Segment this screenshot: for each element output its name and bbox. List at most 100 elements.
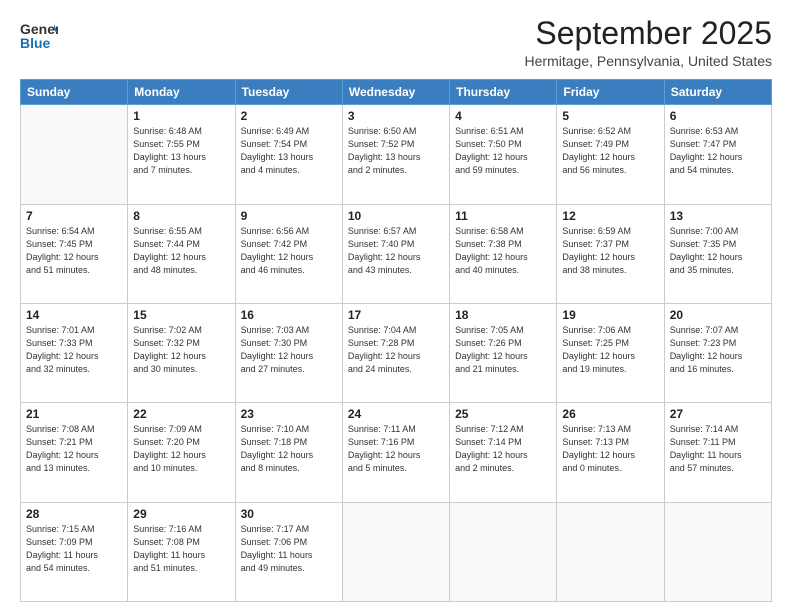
table-row: 21 Sunrise: 7:08 AMSunset: 7:21 PMDayligh… [21, 403, 128, 502]
table-row: 8Sunrise: 6:55 AMSunset: 7:44 PMDaylight… [128, 204, 235, 303]
table-row: 28 Sunrise: 7:15 AMSunset: 7:09 PMDayligh… [21, 502, 128, 601]
table-row [342, 502, 449, 601]
day-info: Sunrise: 7:02 AMSunset: 7:32 PMDaylight:… [133, 324, 229, 376]
day-info: Sunrise: 7:10 AMSunset: 7:18 PMDaylight:… [241, 423, 337, 475]
day-number: 7 [26, 209, 122, 223]
table-row [450, 502, 557, 601]
location: Hermitage, Pennsylvania, United States [525, 53, 772, 69]
day-info: Sunrise: 7:12 AMSunset: 7:14 PMDaylight:… [455, 423, 551, 475]
logo-icon: General Blue [20, 16, 58, 54]
col-tuesday: Tuesday [235, 80, 342, 105]
table-row [21, 105, 128, 204]
day-info: Sunrise: 7:11 AMSunset: 7:16 PMDaylight:… [348, 423, 444, 475]
day-number: 12 [562, 209, 658, 223]
day-info: Sunrise: 7:03 AMSunset: 7:30 PMDaylight:… [241, 324, 337, 376]
day-number: 1 [133, 109, 229, 123]
day-number: 2 [241, 109, 337, 123]
day-info: Sunrise: 6:57 AMSunset: 7:40 PMDaylight:… [348, 225, 444, 277]
day-info: Sunrise: 7:16 AMSunset: 7:08 PMDaylight:… [133, 523, 229, 575]
calendar-week-row: 21 Sunrise: 7:08 AMSunset: 7:21 PMDayligh… [21, 403, 772, 502]
table-row: 20 Sunrise: 7:07 AMSunset: 7:23 PMDayligh… [664, 303, 771, 402]
day-number: 11 [455, 209, 551, 223]
title-section: September 2025 Hermitage, Pennsylvania, … [525, 16, 772, 69]
svg-text:Blue: Blue [20, 35, 51, 51]
day-info: Sunrise: 6:52 AMSunset: 7:49 PMDaylight:… [562, 125, 658, 177]
day-number: 6 [670, 109, 766, 123]
calendar-week-row: 1 Sunrise: 6:48 AMSunset: 7:55 PMDaylight… [21, 105, 772, 204]
table-row [664, 502, 771, 601]
col-sunday: Sunday [21, 80, 128, 105]
table-row: 25 Sunrise: 7:12 AMSunset: 7:14 PMDayligh… [450, 403, 557, 502]
col-wednesday: Wednesday [342, 80, 449, 105]
day-number: 13 [670, 209, 766, 223]
day-info: Sunrise: 7:01 AMSunset: 7:33 PMDaylight:… [26, 324, 122, 376]
table-row: 30 Sunrise: 7:17 AMSunset: 7:06 PMDayligh… [235, 502, 342, 601]
col-thursday: Thursday [450, 80, 557, 105]
table-row: 29Sunrise: 7:16 AMSunset: 7:08 PMDayligh… [128, 502, 235, 601]
table-row: 3 Sunrise: 6:50 AMSunset: 7:52 PMDaylight… [342, 105, 449, 204]
table-row: 7 Sunrise: 6:54 AMSunset: 7:45 PMDaylight… [21, 204, 128, 303]
table-row: 9 Sunrise: 6:56 AMSunset: 7:42 PMDaylight… [235, 204, 342, 303]
day-number: 23 [241, 407, 337, 421]
col-monday: Monday [128, 80, 235, 105]
table-row: 12 Sunrise: 6:59 AMSunset: 7:37 PMDayligh… [557, 204, 664, 303]
day-number: 24 [348, 407, 444, 421]
day-info: Sunrise: 6:59 AMSunset: 7:37 PMDaylight:… [562, 225, 658, 277]
day-number: 4 [455, 109, 551, 123]
page: General Blue September 2025 Hermitage, P… [0, 0, 792, 612]
day-number: 21 [26, 407, 122, 421]
day-number: 16 [241, 308, 337, 322]
table-row: 6 Sunrise: 6:53 AMSunset: 7:47 PMDaylight… [664, 105, 771, 204]
day-info: Sunrise: 7:00 AMSunset: 7:35 PMDaylight:… [670, 225, 766, 277]
day-number: 10 [348, 209, 444, 223]
day-number: 3 [348, 109, 444, 123]
day-number: 5 [562, 109, 658, 123]
day-info: Sunrise: 6:54 AMSunset: 7:45 PMDaylight:… [26, 225, 122, 277]
day-number: 26 [562, 407, 658, 421]
table-row: 19 Sunrise: 7:06 AMSunset: 7:25 PMDayligh… [557, 303, 664, 402]
day-number: 20 [670, 308, 766, 322]
day-number: 27 [670, 407, 766, 421]
day-info: Sunrise: 6:50 AMSunset: 7:52 PMDaylight:… [348, 125, 444, 177]
day-info: Sunrise: 7:08 AMSunset: 7:21 PMDaylight:… [26, 423, 122, 475]
day-info: Sunrise: 6:58 AMSunset: 7:38 PMDaylight:… [455, 225, 551, 277]
day-number: 30 [241, 507, 337, 521]
day-info: Sunrise: 6:53 AMSunset: 7:47 PMDaylight:… [670, 125, 766, 177]
day-number: 15 [133, 308, 229, 322]
day-info: Sunrise: 7:17 AMSunset: 7:06 PMDaylight:… [241, 523, 337, 575]
header: General Blue September 2025 Hermitage, P… [20, 16, 772, 69]
col-saturday: Saturday [664, 80, 771, 105]
day-info: Sunrise: 7:09 AMSunset: 7:20 PMDaylight:… [133, 423, 229, 475]
table-row: 24 Sunrise: 7:11 AMSunset: 7:16 PMDayligh… [342, 403, 449, 502]
day-info: Sunrise: 6:48 AMSunset: 7:55 PMDaylight:… [133, 125, 229, 177]
day-number: 22 [133, 407, 229, 421]
logo: General Blue [20, 16, 58, 54]
day-info: Sunrise: 7:15 AMSunset: 7:09 PMDaylight:… [26, 523, 122, 575]
table-row: 16 Sunrise: 7:03 AMSunset: 7:30 PMDayligh… [235, 303, 342, 402]
day-info: Sunrise: 6:51 AMSunset: 7:50 PMDaylight:… [455, 125, 551, 177]
day-number: 19 [562, 308, 658, 322]
day-number: 18 [455, 308, 551, 322]
table-row [557, 502, 664, 601]
day-info: Sunrise: 7:14 AMSunset: 7:11 PMDaylight:… [670, 423, 766, 475]
day-info: Sunrise: 6:56 AMSunset: 7:42 PMDaylight:… [241, 225, 337, 277]
day-info: Sunrise: 7:06 AMSunset: 7:25 PMDaylight:… [562, 324, 658, 376]
calendar-week-row: 7 Sunrise: 6:54 AMSunset: 7:45 PMDaylight… [21, 204, 772, 303]
day-info: Sunrise: 6:49 AMSunset: 7:54 PMDaylight:… [241, 125, 337, 177]
day-number: 9 [241, 209, 337, 223]
day-number: 28 [26, 507, 122, 521]
table-row: 26 Sunrise: 7:13 AMSunset: 7:13 PMDayligh… [557, 403, 664, 502]
table-row: 27 Sunrise: 7:14 AMSunset: 7:11 PMDayligh… [664, 403, 771, 502]
table-row: 4 Sunrise: 6:51 AMSunset: 7:50 PMDaylight… [450, 105, 557, 204]
day-info: Sunrise: 7:07 AMSunset: 7:23 PMDaylight:… [670, 324, 766, 376]
table-row: 13 Sunrise: 7:00 AMSunset: 7:35 PMDayligh… [664, 204, 771, 303]
table-row: 2 Sunrise: 6:49 AMSunset: 7:54 PMDaylight… [235, 105, 342, 204]
day-info: Sunrise: 7:05 AMSunset: 7:26 PMDaylight:… [455, 324, 551, 376]
day-number: 8 [133, 209, 229, 223]
calendar-header-row: Sunday Monday Tuesday Wednesday Thursday… [21, 80, 772, 105]
day-info: Sunrise: 7:13 AMSunset: 7:13 PMDaylight:… [562, 423, 658, 475]
table-row: 11 Sunrise: 6:58 AMSunset: 7:38 PMDayligh… [450, 204, 557, 303]
day-number: 25 [455, 407, 551, 421]
table-row: 23 Sunrise: 7:10 AMSunset: 7:18 PMDayligh… [235, 403, 342, 502]
table-row: 14Sunrise: 7:01 AMSunset: 7:33 PMDayligh… [21, 303, 128, 402]
